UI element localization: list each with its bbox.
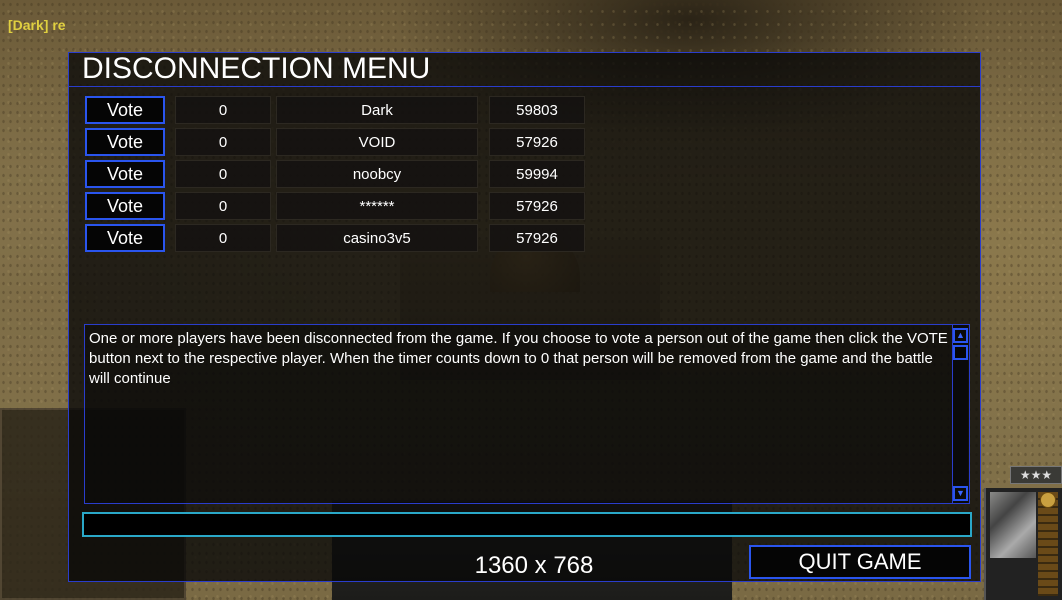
player-timer: 57926	[489, 224, 585, 252]
vote-button[interactable]: Vote	[85, 96, 165, 124]
player-name: ******	[276, 192, 478, 220]
disconnection-menu: DISCONNECTION MENU Vote 0 Dark 59803 Vot…	[68, 52, 981, 582]
player-timer: 57926	[489, 128, 585, 156]
player-name: noobcy	[276, 160, 478, 188]
vote-button[interactable]: Vote	[85, 192, 165, 220]
vote-count: 0	[175, 160, 271, 188]
quit-game-button[interactable]: QUIT GAME	[749, 545, 971, 579]
vote-button[interactable]: Vote	[85, 160, 165, 188]
scroll-down-icon[interactable]: ▼	[953, 486, 968, 501]
player-timer: 57926	[489, 192, 585, 220]
general-portrait	[990, 492, 1036, 558]
medal-icon	[1040, 492, 1056, 508]
chat-input[interactable]	[82, 512, 972, 537]
player-name: casino3v5	[276, 224, 478, 252]
scroll-thumb[interactable]	[953, 345, 968, 360]
disconnect-message: One or more players have been disconnect…	[89, 330, 948, 387]
player-name: VOID	[276, 128, 478, 156]
menu-title: DISCONNECTION MENU	[69, 53, 980, 87]
vote-count: 0	[175, 128, 271, 156]
resolution-label: 1360 x 768	[474, 552, 594, 579]
player-tag: [Dark] re	[8, 17, 66, 33]
vote-count: 0	[175, 224, 271, 252]
vote-button[interactable]: Vote	[85, 128, 165, 156]
message-scrollbar[interactable]: ▲ ▼	[952, 325, 968, 503]
player-timer: 59803	[489, 96, 585, 124]
scroll-up-icon[interactable]: ▲	[953, 328, 968, 343]
vote-count: 0	[175, 192, 271, 220]
message-box[interactable]: One or more players have been disconnect…	[84, 324, 970, 504]
vote-count: 0	[175, 96, 271, 124]
rank-stars: ★★★	[1010, 466, 1062, 484]
vote-button[interactable]: Vote	[85, 224, 165, 252]
player-timer: 59994	[489, 160, 585, 188]
player-name: Dark	[276, 96, 478, 124]
